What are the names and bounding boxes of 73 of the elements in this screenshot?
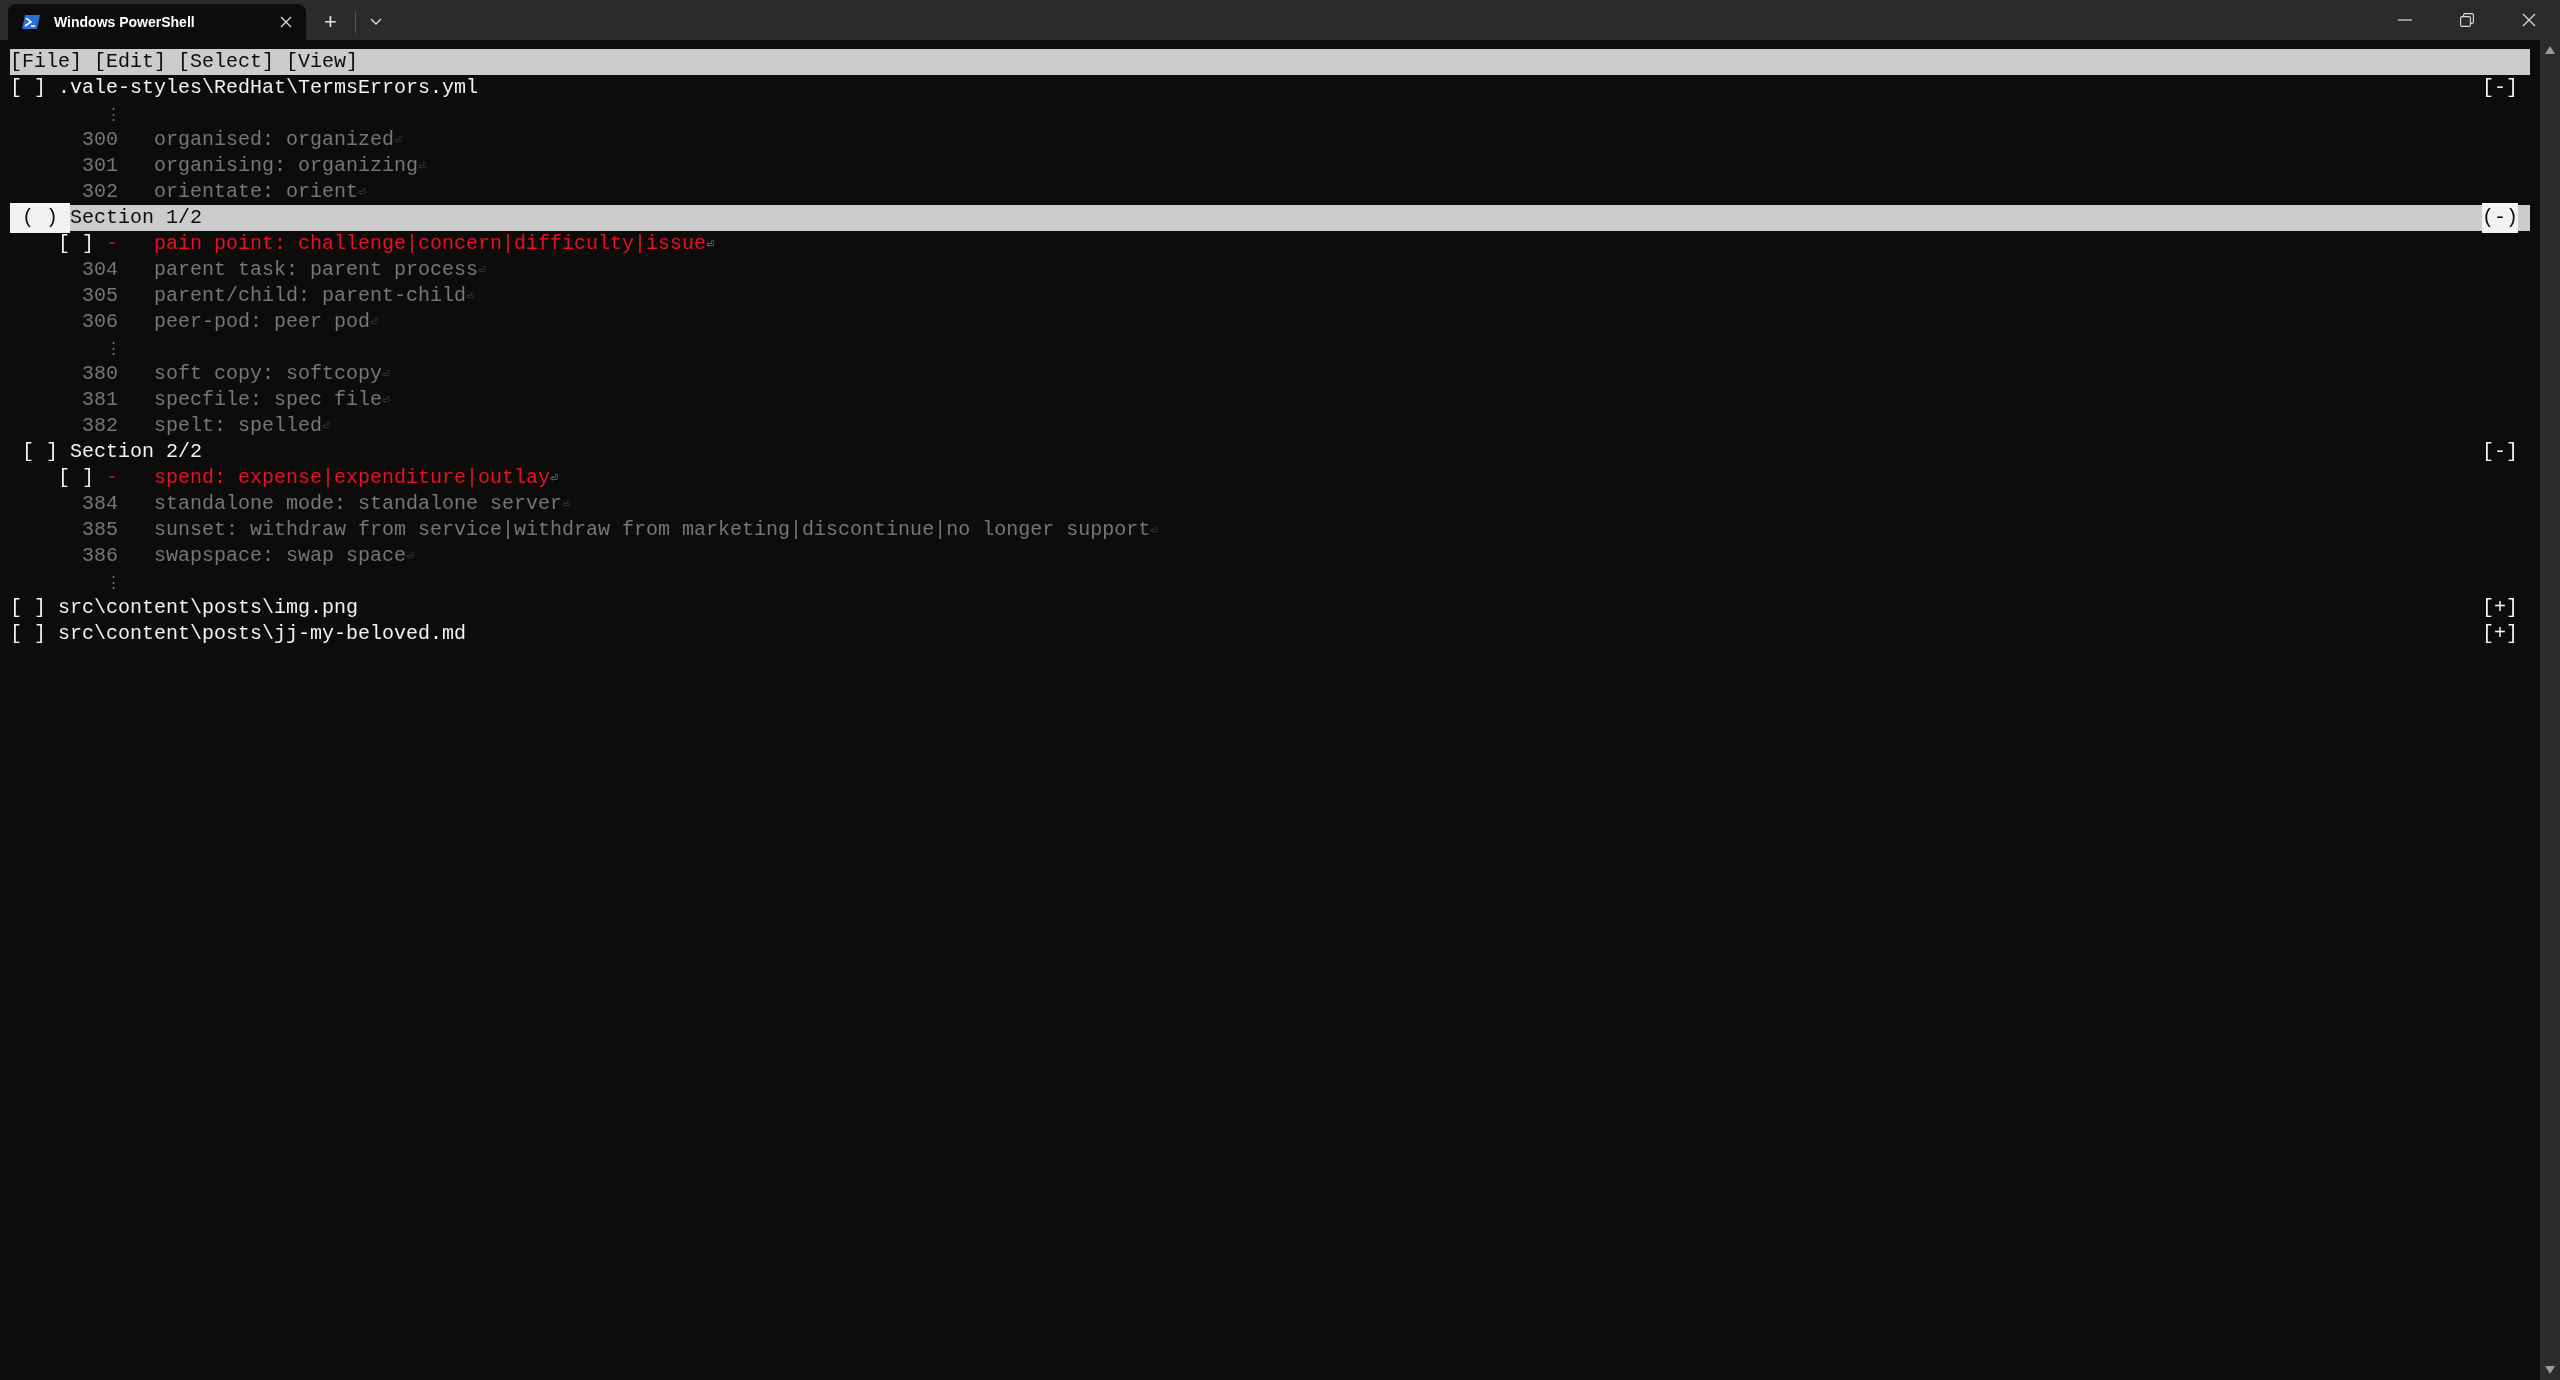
code-line: parent task: parent process: [154, 257, 479, 283]
line-end-mark: ⏎: [394, 132, 402, 148]
file-row[interactable]: [ ] src\content\posts\img.png [+]: [10, 595, 2530, 621]
menu-item[interactable]: [Edit]: [94, 47, 167, 77]
line-end-mark: ⏎: [382, 392, 390, 410]
line-end-mark: ⏎: [1150, 521, 1158, 538]
code-line: sunset: withdraw from service|withdraw from marketing|discontinue|no longer support: [154, 517, 1151, 543]
code-line: organising: organizing: [154, 153, 419, 179]
close-icon[interactable]: [280, 16, 292, 28]
line-number: 300: [82, 127, 118, 153]
line-end-mark: ⏎: [562, 495, 570, 514]
file-path: src\content\posts\jj-my-beloved.md: [58, 621, 467, 647]
code-line: swapspace: swap space: [154, 543, 407, 569]
code-line: peer-pod: peer pod: [154, 309, 371, 335]
code-line: spelt: spelled: [154, 413, 323, 439]
removed-sign: -: [106, 465, 119, 491]
line-number: 305: [82, 283, 118, 309]
file-row[interactable]: [ ] src\content\posts\jj-my-beloved.md [+]: [10, 621, 2530, 647]
removed-line: spend: expense|expenditure|outlay: [154, 465, 551, 491]
collapse-toggle[interactable]: [-]: [2482, 437, 2518, 467]
line-number: 306: [82, 309, 118, 335]
scrollbar[interactable]: [2540, 40, 2560, 1380]
section-label: Section 1/2: [70, 205, 203, 231]
expand-toggle[interactable]: [-]: [2482, 73, 2518, 103]
section-label: Section 2/2: [70, 439, 203, 465]
line-end-mark: ⏎: [322, 418, 330, 434]
line-number: 380: [82, 361, 118, 387]
line-number: 384: [82, 491, 118, 517]
code-line: orientate: orient: [154, 179, 359, 205]
code-line: specfile: spec file: [154, 387, 383, 413]
file-path: src\content\posts\img.png: [58, 595, 359, 621]
line-end-mark: ⏎: [358, 184, 366, 202]
file-path: .vale-styles\RedHat\TermsErrors.yml: [58, 75, 479, 101]
line-number: 382: [82, 413, 118, 439]
line-number: 302: [82, 179, 118, 205]
line-end-mark: ⏎: [466, 288, 474, 304]
menu-item[interactable]: [View]: [286, 47, 359, 77]
line-end-mark: ⏎: [406, 547, 414, 564]
terminal-tab[interactable]: Windows PowerShell: [8, 4, 306, 40]
line-end-mark: ⏎: [478, 261, 486, 278]
line-end-mark: ⏎: [706, 236, 714, 252]
code-line: standalone mode: standalone server: [154, 491, 563, 517]
line-number: 301: [82, 153, 118, 179]
line-end-mark: ⏎: [370, 314, 378, 330]
line-number: 304: [82, 257, 118, 283]
line-end-mark: ⏎: [382, 366, 390, 382]
line-number: 385: [82, 517, 118, 543]
restore-icon[interactable]: [2460, 13, 2474, 27]
new-tab-button[interactable]: +: [320, 11, 341, 33]
code-line: soft copy: softcopy: [154, 361, 383, 387]
ellipsis-marker: ⋮: [106, 337, 121, 359]
removed-sign: -: [106, 231, 119, 257]
file-row[interactable]: [ ] .vale-styles\RedHat\TermsErrors.yml [-]: [10, 75, 2530, 101]
removed-line: pain point: challenge|concern|difficulty|issue: [154, 231, 707, 257]
line-number: 386: [82, 543, 118, 569]
terminal-icon: [22, 14, 40, 30]
collapse-toggle[interactable]: (-): [2482, 203, 2518, 233]
section-row[interactable]: ( ) Section 1/2 (-): [10, 205, 2530, 231]
ellipsis-marker: ⋮: [106, 571, 121, 593]
section-row[interactable]: [ ] Section 2/2 [-]: [10, 439, 2530, 465]
section-checkbox[interactable]: ( ): [10, 203, 70, 233]
tab-title: Windows PowerShell: [54, 12, 196, 32]
menu-item[interactable]: [Select]: [178, 47, 275, 77]
ellipsis-marker: ⋮: [106, 103, 121, 125]
line-end-mark: ⏎: [418, 158, 426, 174]
scroll-up-icon[interactable]: [2545, 46, 2555, 54]
code-line: organised: organized: [154, 127, 395, 153]
chevron-down-icon[interactable]: [369, 18, 382, 26]
line-end-mark: ⏎: [550, 470, 558, 486]
scroll-down-icon[interactable]: [2545, 1366, 2555, 1374]
close-icon[interactable]: [2522, 13, 2536, 27]
line-number: 381: [82, 387, 118, 413]
code-line: parent/child: parent-child: [154, 283, 467, 309]
